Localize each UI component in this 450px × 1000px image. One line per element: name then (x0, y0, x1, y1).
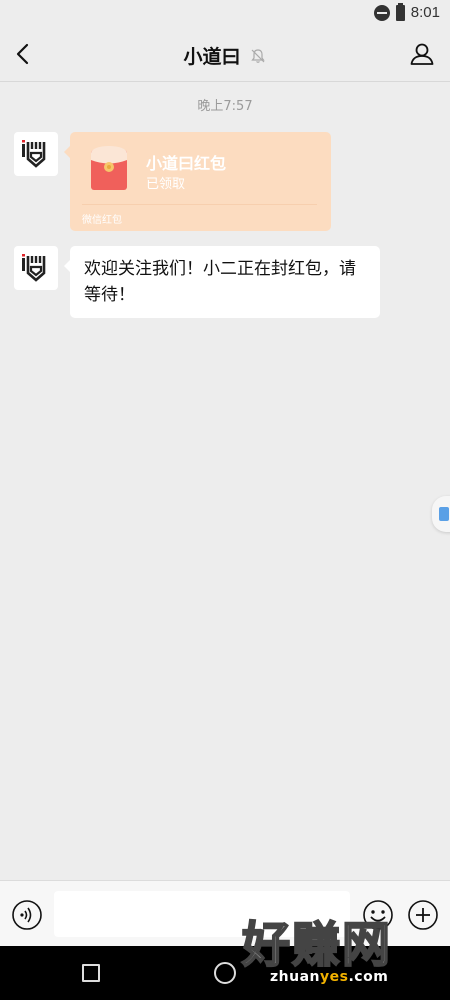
avatar[interactable] (14, 246, 58, 290)
voice-icon (12, 900, 42, 930)
chat-title: 小道曰 (183, 46, 241, 68)
muted-bell-icon (250, 48, 265, 63)
watermark: 好赚网 zhuanyes.com (240, 905, 445, 997)
floating-side-widget[interactable] (432, 496, 450, 532)
brand-logo-icon (22, 140, 46, 168)
red-packet-title: 小道曰红包 (146, 154, 227, 173)
chat-header: 小道曰 (0, 28, 450, 82)
red-packet-divider (82, 204, 317, 205)
red-packet-label: 微信红包 (82, 215, 122, 226)
chat-timestamp: 晚上7:57 (197, 99, 253, 114)
avatar[interactable] (14, 132, 58, 176)
home-button[interactable] (214, 962, 236, 984)
brand-logo-icon (22, 254, 46, 282)
watermark-url-highlight: yes (320, 969, 349, 985)
watermark-text: 好赚网 (241, 916, 393, 974)
red-packet-status: 已领取 (146, 177, 186, 192)
watermark-url-suffix: .com (348, 969, 389, 985)
voice-input-button[interactable] (11, 899, 43, 931)
recent-apps-button[interactable] (82, 964, 100, 982)
do-not-disturb-icon (373, 4, 390, 21)
text-message-bubble[interactable]: 欢迎关注我们！小二正在封红包，请等待！ (64, 246, 380, 318)
person-icon (410, 43, 434, 65)
profile-button[interactable] (408, 40, 436, 68)
red-packet-message[interactable]: 小道曰红包 已领取 微信红包 (64, 132, 331, 231)
status-icons: 8:01 (373, 2, 440, 21)
status-time: 8:01 (410, 4, 440, 21)
battery-icon (395, 2, 405, 21)
watermark-url-prefix: zhuan (270, 969, 320, 985)
title-wrap: 小道曰 (0, 42, 450, 69)
red-envelope-icon (91, 146, 127, 190)
status-bar: 8:01 (0, 0, 450, 28)
watermark-url: zhuanyes.com (270, 969, 388, 985)
